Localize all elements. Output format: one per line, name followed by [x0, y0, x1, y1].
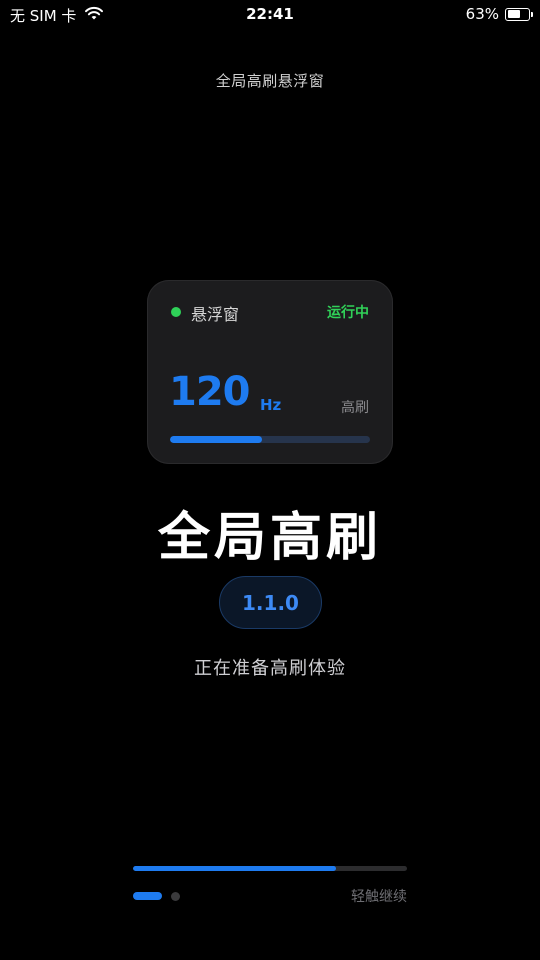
- battery-icon: [505, 7, 533, 21]
- refresh-mode-label: 高刷: [341, 400, 369, 416]
- page-indicator-active: [133, 892, 162, 900]
- loading-progress-track: [133, 866, 407, 871]
- refresh-rate-unit: Hz: [260, 396, 282, 414]
- card-title: 悬浮窗: [191, 305, 240, 324]
- status-time: 22:41: [246, 5, 294, 23]
- page-title: 全局高刷悬浮窗: [215, 72, 325, 90]
- version-badge: 1.1.0: [219, 576, 322, 629]
- running-status-dot-icon: [171, 307, 181, 317]
- battery-percent: 63%: [465, 5, 499, 23]
- page-indicator-dot: [171, 892, 180, 901]
- status-right: 63%: [465, 5, 533, 23]
- loading-progress-fill: [133, 866, 336, 871]
- card-progress-fill: [170, 436, 262, 443]
- app-title: 全局高刷: [157, 508, 382, 568]
- card-progress-track: [170, 436, 370, 443]
- card-status-label: 运行中: [327, 305, 369, 321]
- splash-screen[interactable]: 无 SIM 卡 22:41 63% 全局高刷悬浮窗 悬浮窗 运行中 120 Hz…: [0, 0, 540, 960]
- floating-window-preview-card: 悬浮窗 运行中 120 Hz 高刷: [147, 280, 393, 464]
- status-bar: 无 SIM 卡 22:41 63%: [0, 0, 540, 30]
- refresh-rate-value: 120: [169, 369, 250, 415]
- tap-to-continue-hint[interactable]: 轻触继续: [351, 886, 407, 906]
- loading-subtitle: 正在准备高刷体验: [194, 658, 346, 679]
- version-label: 1.1.0: [242, 590, 299, 615]
